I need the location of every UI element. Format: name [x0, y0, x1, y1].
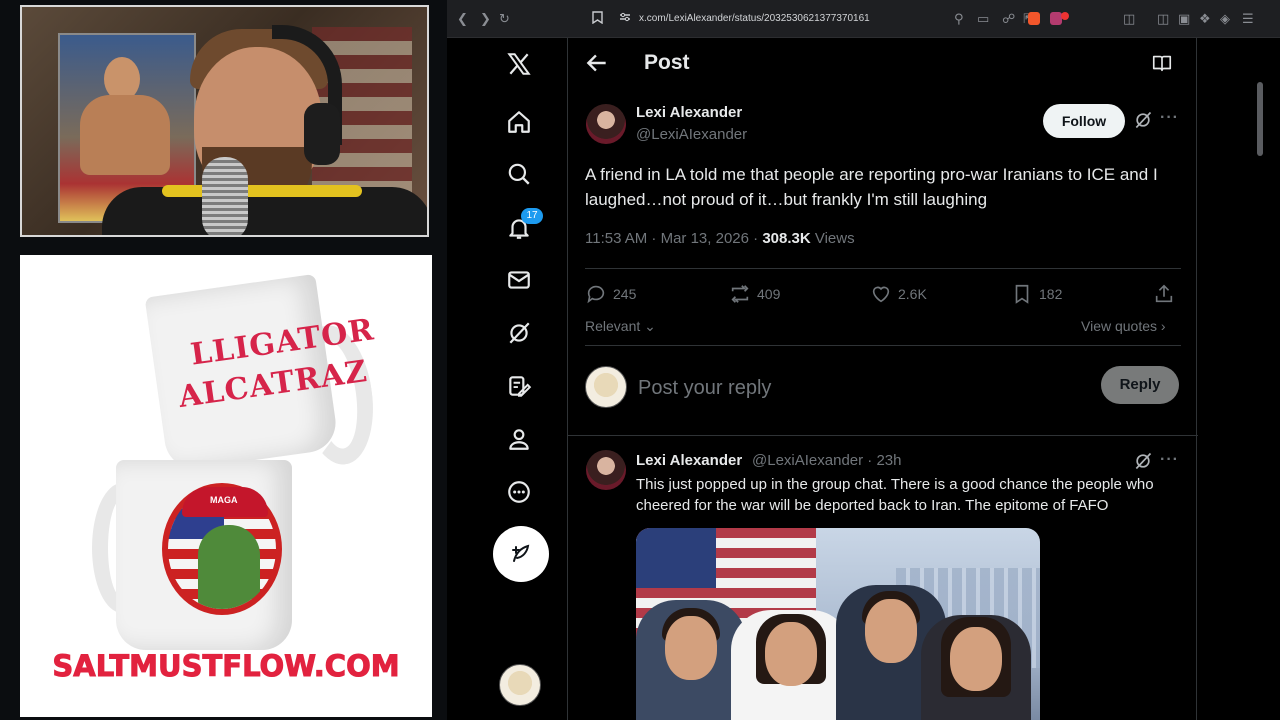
like-action[interactable]: 2.6K	[870, 282, 927, 306]
rewards-badge	[1061, 12, 1069, 20]
reader-icon[interactable]	[1151, 52, 1173, 74]
bookmark-action[interactable]: 182	[1011, 282, 1062, 306]
main-column: Post Lexi Alexander @LexiAIexander Follo…	[567, 38, 1198, 720]
brave-shield-icon[interactable]	[1028, 12, 1040, 25]
more-circle-icon[interactable]	[499, 472, 539, 512]
menu-icon[interactable]: ☰	[1242, 11, 1254, 27]
grok-icon[interactable]	[499, 313, 539, 353]
thread-author-name[interactable]: Lexi Alexander	[636, 452, 742, 469]
page-header: Post	[568, 38, 1198, 88]
post-text: A friend in LA told me that people are r…	[585, 165, 1158, 209]
browser-window: ❮ ❯ ↻ x.com/LexiAlexander/status/2032530…	[447, 0, 1280, 720]
vpn-icon[interactable]: ◈	[1220, 11, 1230, 27]
view-quotes-label: View quotes	[1081, 318, 1158, 334]
repost-count: 409	[757, 286, 781, 302]
reply-count: 245	[613, 286, 637, 302]
follow-button[interactable]: Follow	[1043, 104, 1125, 138]
extensions-icon[interactable]: ❖	[1199, 11, 1211, 27]
sort-dropdown[interactable]: Relevant ⌄	[585, 318, 656, 335]
person-figure	[731, 610, 851, 720]
profile-icon[interactable]	[499, 419, 539, 459]
bookmark-icon	[1015, 284, 1029, 304]
lock-icon[interactable]: ☍	[1002, 11, 1015, 27]
reply-avatar	[585, 366, 627, 408]
author-name[interactable]: Lexi Alexander	[636, 104, 742, 121]
person-figure	[921, 615, 1031, 720]
microphone	[202, 157, 248, 235]
thread-image[interactable]	[636, 528, 1040, 720]
reply-input[interactable]	[638, 374, 1018, 402]
notifications-badge: 17	[521, 208, 543, 224]
chevron-down-icon: ⌄	[644, 318, 656, 334]
webcam-feed	[20, 5, 429, 237]
repost-icon	[731, 285, 749, 303]
merch-ad: LLIGATOR ALCATRAZ MAGA SALTMUSTFLOW.COM	[20, 255, 432, 717]
account-avatar[interactable]	[499, 664, 541, 706]
side-nav: 17	[447, 38, 567, 720]
page-title: Post	[644, 51, 690, 74]
person-figure	[636, 600, 746, 720]
sort-label: Relevant	[585, 318, 641, 334]
x-page: 17 Post Lexi Alexander @LexiAIexander Fo…	[447, 38, 1280, 720]
site-info-icon[interactable]	[619, 11, 631, 27]
post-time[interactable]: 11:53 AM · Mar 13, 2026 ·	[585, 230, 762, 247]
views-label: Views	[810, 230, 855, 247]
bookmark-page-icon[interactable]	[592, 11, 603, 28]
post-meta: 11:53 AM · Mar 13, 2026 · 308.3K Views	[585, 230, 855, 247]
chevron-right-icon: ›	[1160, 318, 1166, 334]
share-action[interactable]	[1153, 282, 1181, 306]
edit-icon[interactable]	[499, 366, 539, 406]
bookmark-count: 182	[1039, 286, 1063, 302]
views-count: 308.3K	[762, 230, 811, 247]
home-icon[interactable]	[499, 102, 539, 142]
reload-icon[interactable]: ↻	[499, 11, 510, 27]
author-avatar[interactable]	[586, 104, 626, 144]
reply-action[interactable]: 245	[585, 282, 636, 306]
divider	[585, 345, 1181, 346]
panel-icon[interactable]: ◫	[1157, 11, 1169, 27]
view-quotes-link[interactable]: View quotes ›	[1081, 318, 1166, 334]
compose-button[interactable]	[493, 526, 549, 582]
post-actions: 245 409 2.6K 182	[585, 282, 1181, 306]
x-logo-icon[interactable]	[499, 44, 539, 84]
thread-avatar[interactable]	[586, 450, 626, 490]
bell-icon[interactable]: 17	[499, 208, 543, 248]
sidebar-icon[interactable]: ◫	[1123, 11, 1135, 27]
cast-icon[interactable]: ▭	[977, 11, 989, 27]
author-handle[interactable]: @LexiAIexander	[636, 126, 747, 143]
reply-icon	[587, 285, 605, 304]
reply-button[interactable]: Reply	[1101, 366, 1179, 404]
compose-icon	[512, 544, 530, 562]
hat-text: MAGA	[210, 495, 238, 505]
like-count: 2.6K	[898, 286, 927, 302]
heart-icon	[872, 286, 890, 303]
section-separator	[568, 435, 1198, 436]
address-bar[interactable]: x.com/LexiAlexander/status/2032530621377…	[639, 7, 1119, 31]
url-text: x.com/LexiAlexander/status/2032530621377…	[639, 13, 870, 24]
zoom-icon[interactable]: ⚲	[954, 11, 964, 27]
search-icon[interactable]	[499, 154, 539, 194]
mail-icon[interactable]	[499, 260, 539, 300]
browser-toolbar: ❮ ❯ ↻ x.com/LexiAlexander/status/2032530…	[447, 0, 1280, 38]
wallet-icon[interactable]: ▣	[1178, 11, 1190, 27]
thread-text: This just popped up in the group chat. T…	[636, 476, 1154, 514]
back-nav-icon[interactable]: ❮	[457, 11, 468, 27]
forward-nav-icon[interactable]: ❯	[480, 11, 491, 27]
thread-meta[interactable]: @LexiAIexander · 23h	[752, 452, 901, 469]
merch-url: SALTMUSTFLOW.COM	[52, 649, 400, 684]
back-arrow-icon[interactable]	[584, 50, 610, 76]
divider	[585, 268, 1181, 269]
more-options-icon[interactable]: ···	[1160, 109, 1179, 127]
more-options-icon[interactable]: ···	[1160, 451, 1179, 469]
share-icon	[1155, 284, 1173, 303]
grok-explain-icon[interactable]	[1133, 110, 1153, 130]
grok-explain-icon[interactable]	[1133, 451, 1153, 471]
scrollbar[interactable]	[1257, 82, 1263, 156]
repost-action[interactable]: 409	[729, 282, 780, 306]
